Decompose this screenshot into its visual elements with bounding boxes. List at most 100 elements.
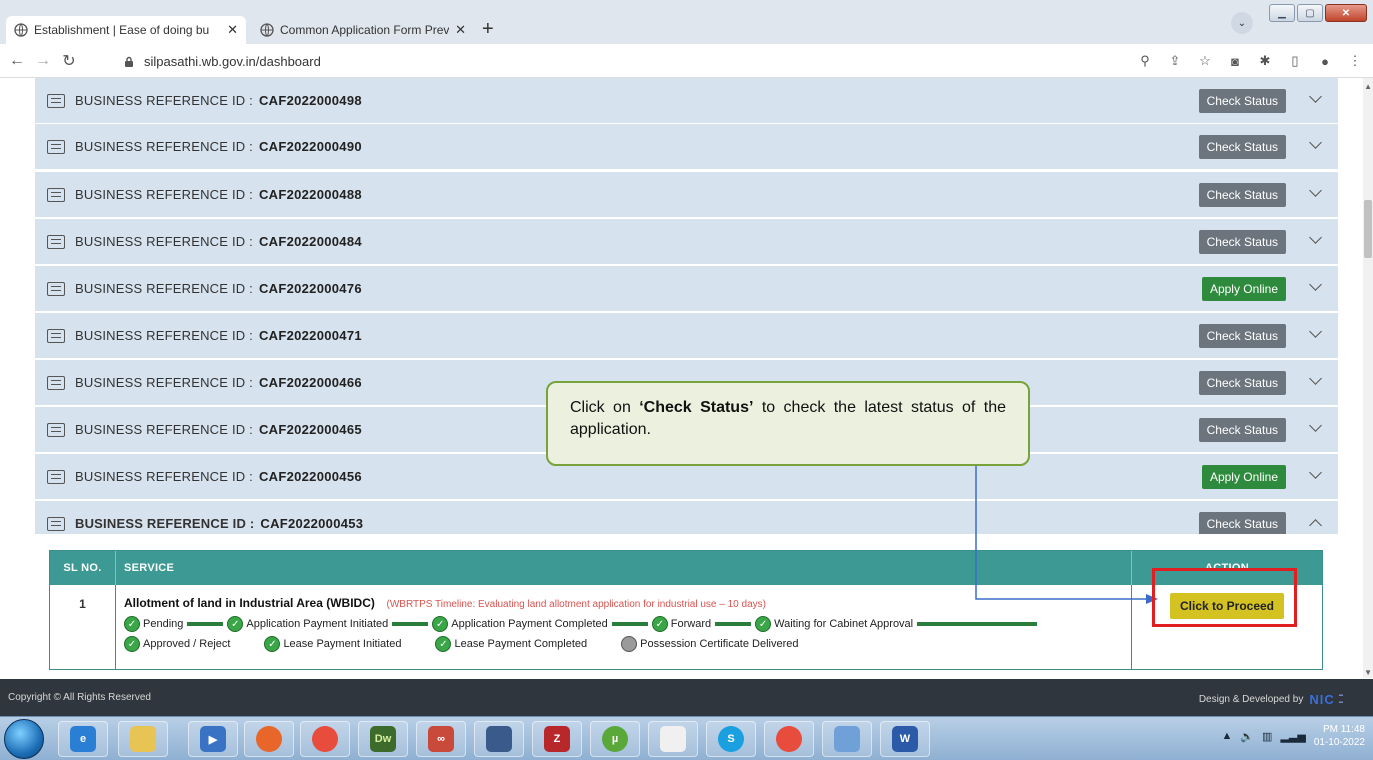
step-connector bbox=[917, 622, 1038, 626]
scroll-up-icon[interactable]: ▲ bbox=[1364, 82, 1372, 91]
notepad-icon[interactable] bbox=[822, 721, 872, 757]
chevron-down-icon[interactable] bbox=[1309, 372, 1322, 385]
callout-text-bold: ‘Check Status’ bbox=[639, 399, 754, 416]
check-status-button[interactable]: Check Status bbox=[1198, 88, 1286, 113]
business-ref-row[interactable]: BUSINESS REFERENCE ID : CAF2022000484 Chec… bbox=[35, 219, 1338, 265]
tab-close-icon[interactable]: ✕ bbox=[227, 22, 238, 38]
scrollbar-thumb[interactable] bbox=[1364, 200, 1372, 258]
check-status-button[interactable]: Check Status bbox=[1198, 134, 1286, 159]
share-icon[interactable]: ⇪ bbox=[1167, 53, 1183, 69]
python-icon[interactable] bbox=[648, 721, 698, 757]
tab-establishment[interactable]: Establishment | Ease of doing bu ✕ bbox=[6, 16, 246, 44]
apply-online-button[interactable]: Apply Online bbox=[1201, 464, 1286, 489]
signal-icon[interactable]: ▂▃▅ bbox=[1280, 730, 1305, 743]
check-status-button[interactable]: Check Status bbox=[1198, 182, 1286, 207]
network-icon[interactable]: ▥ bbox=[1262, 730, 1272, 743]
table-row: 1 Allotment of land in Industrial Area (… bbox=[50, 585, 1322, 669]
check-status-button[interactable]: Check Status bbox=[1198, 323, 1286, 348]
check-circle-icon: ✓ bbox=[651, 616, 668, 632]
filezilla-icon[interactable]: Z bbox=[532, 721, 582, 757]
minimize-icon[interactable]: ▁ bbox=[1269, 4, 1295, 22]
check-circle-icon: ✓ bbox=[227, 616, 244, 632]
table-header: SL NO. SERVICE ACTION bbox=[50, 551, 1322, 585]
toolbar-icons: ⚲ ⇪ ☆ ◙ ✱ ▯ ● ⋮ bbox=[1137, 50, 1363, 72]
word-icon[interactable]: W bbox=[880, 721, 930, 757]
clock[interactable]: PM 11:48 01-10-2022 bbox=[1314, 723, 1365, 749]
status-steps-line2: ✓ Approved / Reject ✓ Lease Payment Initiat… bbox=[124, 636, 1123, 652]
forward-icon[interactable]: → bbox=[30, 52, 56, 70]
tray-arrow-icon[interactable]: ▲ bbox=[1221, 730, 1232, 742]
tab-search-icon[interactable]: ⌄ bbox=[1231, 12, 1253, 34]
business-ref-row[interactable]: BUSINESS REFERENCE ID : CAF2022000498 Chec… bbox=[35, 78, 1338, 124]
status-step-label: Lease Payment Completed bbox=[454, 638, 588, 650]
file-explorer-icon[interactable] bbox=[118, 721, 168, 757]
status-step: ✓ Application Payment Initiated bbox=[227, 616, 388, 632]
chevron-down-icon[interactable] bbox=[1309, 184, 1322, 197]
skype-icon[interactable]: S bbox=[706, 721, 756, 757]
bookmark-star-icon[interactable]: ☆ bbox=[1197, 53, 1213, 69]
media-player-icon[interactable]: ▶ bbox=[188, 721, 238, 757]
side-panel-icon[interactable]: ▯ bbox=[1287, 53, 1303, 69]
chrome-icon[interactable] bbox=[300, 721, 350, 757]
postgres-icon[interactable] bbox=[474, 721, 524, 757]
close-window-icon[interactable]: ✕ bbox=[1325, 4, 1367, 22]
firefox-icon[interactable] bbox=[244, 721, 294, 757]
chevron-down-icon[interactable] bbox=[1309, 90, 1322, 103]
business-ref-id: CAF2022000498 bbox=[258, 93, 362, 108]
status-step: ✓ Forward bbox=[651, 616, 712, 632]
chevron-down-icon[interactable] bbox=[1309, 325, 1322, 338]
business-ref-row[interactable]: BUSINESS REFERENCE ID : CAF2022000476 Appl… bbox=[35, 266, 1338, 312]
business-ref-label: BUSINESS REFERENCE ID : bbox=[75, 139, 253, 154]
chrome-icon-2[interactable] bbox=[764, 721, 814, 757]
check-status-button[interactable]: Check Status bbox=[1198, 417, 1286, 442]
status-step: ✓ Approved / Reject bbox=[124, 636, 230, 652]
check-circle-icon: ✓ bbox=[755, 616, 772, 632]
new-tab-button[interactable]: + bbox=[482, 16, 494, 42]
chevron-down-icon[interactable] bbox=[1309, 136, 1322, 149]
app-icon[interactable]: ∞ bbox=[416, 721, 466, 757]
start-button[interactable] bbox=[4, 719, 44, 759]
chevron-down-icon[interactable] bbox=[1309, 419, 1322, 432]
tab-close-icon[interactable]: ✕ bbox=[455, 22, 466, 38]
globe-icon bbox=[14, 23, 28, 37]
windows-taskbar: e ▶ Dw ∞ Z µ S W ▲ 🔈 ▥ ▂▃▅ PM 11:48 01-1… bbox=[0, 716, 1373, 760]
service-timeline: (WBRTPS Timeline: Evaluating land allotm… bbox=[386, 599, 766, 610]
scroll-down-icon[interactable]: ▼ bbox=[1364, 668, 1372, 677]
business-ref-label: BUSINESS REFERENCE ID : bbox=[75, 328, 253, 343]
check-status-button[interactable]: Check Status bbox=[1198, 229, 1286, 254]
chevron-down-icon[interactable] bbox=[1309, 231, 1322, 244]
menu-icon[interactable]: ⋮ bbox=[1347, 53, 1363, 69]
check-status-button[interactable]: Check Status bbox=[1198, 370, 1286, 395]
tab-caf-preview[interactable]: Common Application Form Previ ✕ bbox=[252, 16, 474, 44]
callout-text-pre: Click on bbox=[570, 399, 640, 416]
apply-online-button[interactable]: Apply Online bbox=[1201, 276, 1286, 301]
business-ref-label: BUSINESS REFERENCE ID : bbox=[75, 187, 253, 202]
business-ref-id: CAF2022000476 bbox=[258, 281, 362, 296]
chevron-down-icon[interactable] bbox=[1309, 466, 1322, 479]
page-scrollbar[interactable] bbox=[1363, 78, 1373, 678]
step-connector bbox=[715, 622, 752, 626]
back-icon[interactable]: ← bbox=[4, 52, 30, 70]
camera-icon[interactable]: ◙ bbox=[1227, 53, 1243, 69]
globe-icon bbox=[260, 23, 274, 37]
business-ref-row[interactable]: BUSINESS REFERENCE ID : CAF2022000471 Chec… bbox=[35, 313, 1338, 359]
maximize-icon[interactable]: ▢ bbox=[1297, 4, 1323, 22]
col-service: SERVICE bbox=[116, 551, 1132, 585]
business-ref-row[interactable]: BUSINESS REFERENCE ID : CAF2022000490 Chec… bbox=[35, 124, 1338, 170]
business-ref-label: BUSINESS REFERENCE ID : bbox=[75, 93, 253, 108]
chevron-up-icon[interactable] bbox=[1309, 519, 1322, 532]
list-icon bbox=[47, 328, 65, 343]
dreamweaver-icon[interactable]: Dw bbox=[358, 721, 408, 757]
business-ref-row[interactable]: BUSINESS REFERENCE ID : CAF2022000488 Chec… bbox=[35, 172, 1338, 218]
status-step-label: Forward bbox=[670, 618, 712, 630]
check-status-button[interactable]: Check Status bbox=[1198, 511, 1286, 536]
address-bar[interactable]: silpasathi.wb.gov.in/dashboard bbox=[124, 50, 321, 72]
reload-icon[interactable]: ↻ bbox=[56, 51, 82, 71]
profile-icon[interactable]: ● bbox=[1317, 53, 1333, 69]
extensions-icon[interactable]: ✱ bbox=[1257, 53, 1273, 69]
utorrent-icon[interactable]: µ bbox=[590, 721, 640, 757]
chevron-down-icon[interactable] bbox=[1309, 278, 1322, 291]
ie-icon[interactable]: e bbox=[58, 721, 108, 757]
volume-icon[interactable]: 🔈 bbox=[1240, 730, 1254, 743]
zoom-icon[interactable]: ⚲ bbox=[1137, 53, 1153, 69]
